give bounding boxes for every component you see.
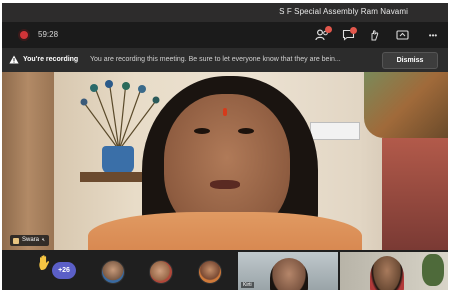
meeting-window: S F Special Assembly Ram Navami 59:28 ••… — [2, 3, 448, 290]
left-eye — [194, 128, 210, 134]
title-bar: S F Special Assembly Ram Navami — [2, 3, 448, 22]
raised-hand-icon — [39, 255, 50, 271]
participants-button[interactable] — [313, 26, 332, 44]
chat-badge — [350, 27, 357, 34]
dismiss-button[interactable]: Dismiss — [382, 52, 438, 69]
participant-video — [270, 258, 308, 290]
recording-label: You're recording — [23, 56, 79, 63]
cloth — [382, 138, 448, 250]
more-button[interactable]: ••• — [424, 26, 442, 44]
participant-avatar[interactable] — [198, 260, 222, 284]
meeting-timer: 59:28 — [38, 30, 59, 39]
speaker-dupatta — [88, 212, 362, 250]
participant-name: Kirti — [241, 282, 254, 288]
overflow-participants-button[interactable]: +26 — [52, 262, 76, 279]
share-icon — [395, 29, 409, 40]
meeting-toolbar: 59:28 ••• — [2, 22, 448, 48]
meeting-title: S F Special Assembly Ram Navami — [279, 7, 408, 16]
speaker-name-tag: Swara 🔇︎ — [10, 235, 50, 246]
reactions-button[interactable] — [365, 26, 383, 44]
main-video: Swara 🔇︎ — [2, 72, 448, 250]
right-eye — [238, 128, 254, 134]
hand-raised-icon — [13, 237, 19, 244]
chat-button[interactable] — [339, 26, 357, 44]
reactions-icon — [371, 29, 378, 40]
shelf — [80, 172, 148, 182]
wall-socket — [310, 122, 360, 140]
tilak — [223, 108, 227, 116]
hanging-bag — [364, 72, 448, 138]
speaker-name: Swara — [22, 237, 40, 243]
participant-video-tile[interactable]: Kirti — [238, 252, 338, 290]
more-icon: ••• — [428, 30, 438, 40]
participant-video-tile[interactable] — [340, 252, 448, 290]
participant-strip: +26 Kirti — [2, 250, 448, 290]
participant-avatar[interactable] — [101, 260, 125, 284]
participant-video — [370, 256, 404, 290]
mouth — [210, 180, 240, 189]
warning-icon — [9, 55, 19, 64]
plant — [422, 254, 444, 286]
curtain — [2, 72, 54, 250]
participant-avatar[interactable] — [149, 260, 173, 284]
recording-banner: You're recording You are recording this … — [2, 48, 448, 73]
recording-message: You are recording this meeting. Be sure … — [90, 56, 341, 63]
mic-off-icon: 🔇︎ — [42, 237, 46, 243]
recording-indicator-icon — [20, 31, 28, 39]
share-button[interactable] — [393, 26, 411, 44]
participants-badge — [325, 26, 332, 33]
vase — [102, 146, 134, 174]
